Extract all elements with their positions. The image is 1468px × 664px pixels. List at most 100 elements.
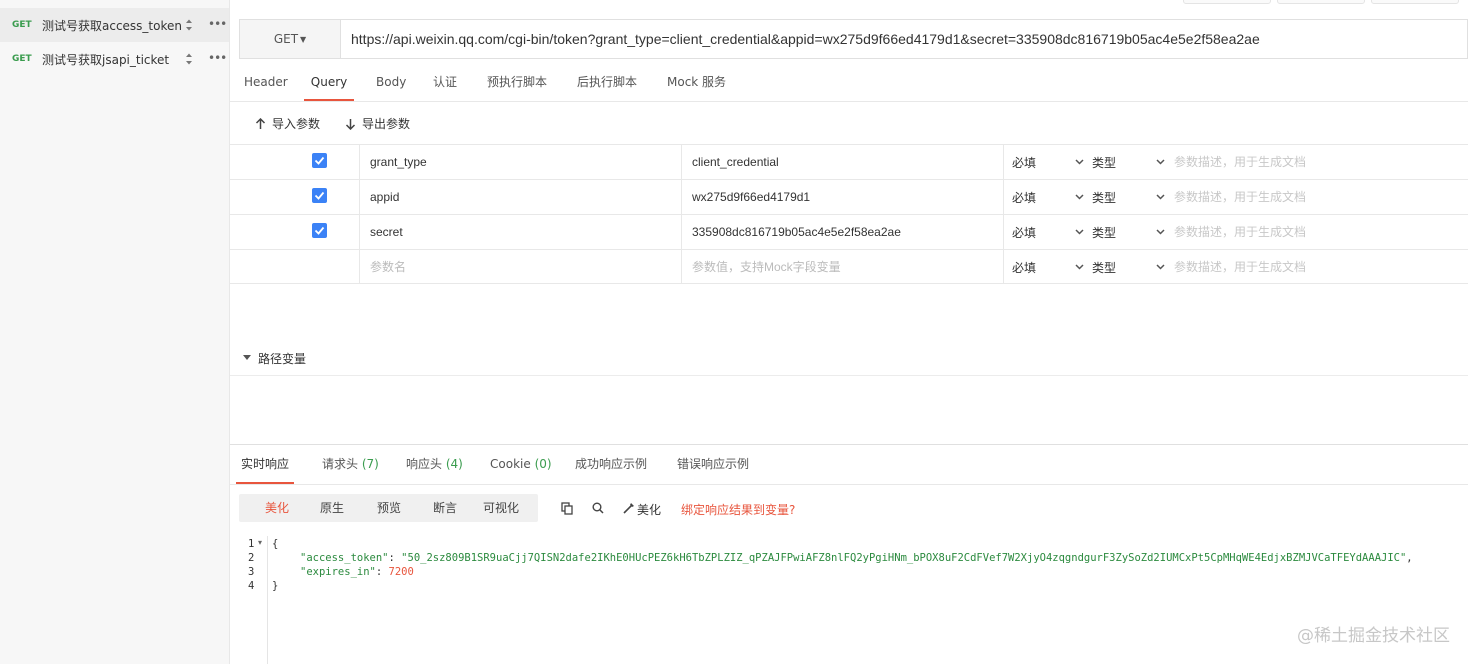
type-select[interactable]: 类型 — [1092, 145, 1116, 181]
response-tabs: 实时响应 请求头 (7) 响应头 (4) Cookie (0) 成功响应示例 错… — [230, 445, 1468, 485]
tab-error-example[interactable]: 错误响应示例 — [677, 445, 749, 484]
code-line: "expires_in": 7200 — [300, 566, 414, 578]
format-preview[interactable]: 预览 — [377, 494, 401, 522]
sort-icon[interactable] — [184, 17, 194, 33]
json-key: "access_token" — [300, 552, 389, 564]
code-line: "access_token": "50_2sz809B1SR9uaCjj7QIS… — [300, 552, 1413, 564]
tab-label: Cookie — [490, 457, 531, 471]
param-desc-input[interactable]: 参数描述，用于生成文档 — [1174, 250, 1306, 284]
tab-count: (4) — [445, 457, 463, 471]
path-variables-label: 路径变量 — [258, 352, 307, 366]
copy-icon[interactable] — [561, 502, 573, 515]
required-select[interactable]: 必填 — [1012, 250, 1036, 286]
magic-wand-icon[interactable] — [623, 502, 635, 514]
top-toolbar-button[interactable] — [1277, 0, 1365, 4]
top-toolbar-button[interactable] — [1183, 0, 1271, 4]
param-name[interactable]: grant_type — [370, 145, 427, 179]
tab-count: (7) — [361, 457, 379, 471]
chevron-down-icon[interactable] — [1156, 264, 1165, 270]
param-enable-checkbox[interactable] — [312, 188, 327, 203]
caret-down-icon: ▼ — [300, 34, 307, 44]
json-number: 7200 — [388, 566, 414, 578]
type-select[interactable]: 类型 — [1092, 250, 1116, 286]
param-desc-input[interactable]: 参数描述，用于生成文档 — [1174, 145, 1306, 179]
tab-pre-script[interactable]: 预执行脚本 — [487, 64, 547, 101]
chevron-down-icon[interactable] — [1075, 159, 1084, 165]
request-tabs: Header Query Body 认证 预执行脚本 后执行脚本 Mock 服务 — [230, 64, 1468, 102]
chevron-down-icon[interactable] — [1075, 229, 1084, 235]
main-panel: GET ▼ Header Query Body 认证 预执行脚本 后执行脚本 M… — [230, 0, 1468, 664]
more-icon[interactable]: ••• — [208, 17, 227, 31]
chevron-down-icon[interactable] — [1156, 159, 1165, 165]
sidebar-item-access-token[interactable]: GET 测试号获取access_token ••• — [0, 8, 229, 42]
tab-auth[interactable]: 认证 — [433, 64, 457, 101]
json-brace: { — [272, 538, 279, 550]
beautify-button[interactable]: 美化 — [637, 501, 661, 518]
import-params-button[interactable]: 导入参数 — [255, 115, 320, 132]
tab-header[interactable]: Header — [244, 64, 288, 101]
param-value[interactable]: client_credential — [692, 145, 779, 179]
more-icon[interactable]: ••• — [208, 51, 227, 65]
param-name-input[interactable]: 参数名 — [370, 250, 406, 284]
line-number: 3 — [248, 566, 255, 578]
tab-cookie[interactable]: Cookie (0) — [490, 445, 552, 484]
tab-label: 实时响应 — [240, 457, 289, 471]
format-pretty[interactable]: 美化 — [265, 494, 289, 522]
required-select[interactable]: 必填 — [1012, 180, 1036, 216]
bind-to-variable-link[interactable]: 绑定响应结果到变量? — [681, 501, 795, 518]
export-params-button[interactable]: 导出参数 — [345, 115, 410, 132]
tab-query[interactable]: Query — [304, 64, 354, 101]
tab-response-headers[interactable]: 响应头 (4) — [406, 445, 463, 484]
chevron-down-icon[interactable] — [1156, 229, 1165, 235]
tab-mock[interactable]: Mock 服务 — [667, 64, 726, 101]
chevron-down-icon[interactable] — [1075, 264, 1084, 270]
param-desc-input[interactable]: 参数描述，用于生成文档 — [1174, 215, 1306, 249]
param-enable-checkbox[interactable] — [312, 223, 327, 238]
param-enable-checkbox[interactable] — [312, 153, 327, 168]
param-desc-input[interactable]: 参数描述，用于生成文档 — [1174, 180, 1306, 214]
sidebar-item-jsapi-ticket[interactable]: GET 测试号获取jsapi_ticket ••• — [0, 42, 229, 76]
param-value-input[interactable]: 参数值，支持Mock字段变量 — [692, 250, 841, 284]
line-number: 1 — [248, 538, 255, 550]
method-badge: GET — [12, 20, 32, 30]
method-select[interactable]: GET ▼ — [240, 20, 341, 58]
search-icon[interactable] — [592, 502, 604, 514]
type-select[interactable]: 类型 — [1092, 180, 1116, 216]
type-select[interactable]: 类型 — [1092, 215, 1116, 251]
chevron-down-icon[interactable] — [1156, 194, 1165, 200]
sort-icon[interactable] — [184, 51, 194, 67]
response-panel: 实时响应 请求头 (7) 响应头 (4) Cookie (0) 成功响应示例 错… — [230, 444, 1468, 664]
format-visualize[interactable]: 可视化 — [483, 494, 519, 522]
tab-body[interactable]: Body — [376, 64, 406, 101]
url-input[interactable] — [341, 20, 1467, 58]
tab-label: 错误响应示例 — [677, 457, 750, 471]
param-value[interactable]: 335908dc816719b05ac4e5e2f58ea2ae — [692, 215, 901, 249]
tab-count: (0) — [534, 457, 552, 471]
import-export-row: 导入参数 导出参数 — [230, 102, 1468, 144]
table-row: appid wx275d9f66ed4179d1 必填 类型 参数描述，用于生成… — [230, 179, 1468, 214]
param-value[interactable]: wx275d9f66ed4179d1 — [692, 180, 810, 214]
format-raw[interactable]: 原生 — [320, 494, 344, 522]
param-name[interactable]: secret — [370, 215, 403, 249]
tab-success-example[interactable]: 成功响应示例 — [575, 445, 647, 484]
param-name[interactable]: appid — [370, 180, 399, 214]
required-select[interactable]: 必填 — [1012, 145, 1036, 181]
watermark: @稀土掘金技术社区 — [1297, 626, 1450, 646]
method-badge: GET — [12, 54, 32, 64]
tab-post-script[interactable]: 后执行脚本 — [577, 64, 637, 101]
chevron-down-icon[interactable] — [1075, 194, 1084, 200]
json-key: "expires_in" — [300, 566, 376, 578]
tab-label: 响应头 — [406, 457, 443, 471]
top-toolbar-button[interactable] — [1371, 0, 1459, 4]
required-select[interactable]: 必填 — [1012, 215, 1036, 251]
api-name: 测试号获取jsapi_ticket — [42, 52, 170, 67]
tab-live-response[interactable]: 实时响应 — [236, 445, 294, 484]
export-params-label: 导出参数 — [362, 117, 411, 131]
tab-request-headers[interactable]: 请求头 (7) — [322, 445, 379, 484]
method-select-value: GET — [273, 32, 299, 46]
fold-icon[interactable]: ▾ — [258, 538, 262, 547]
response-body[interactable]: 1 ▾ 2 3 4 { "access_token": "50_2sz809B1… — [230, 536, 1468, 664]
api-name: 测试号获取access_token — [42, 18, 182, 33]
format-assert[interactable]: 断言 — [433, 494, 457, 522]
path-variables-toggle[interactable]: 路径变量 — [230, 340, 1468, 376]
